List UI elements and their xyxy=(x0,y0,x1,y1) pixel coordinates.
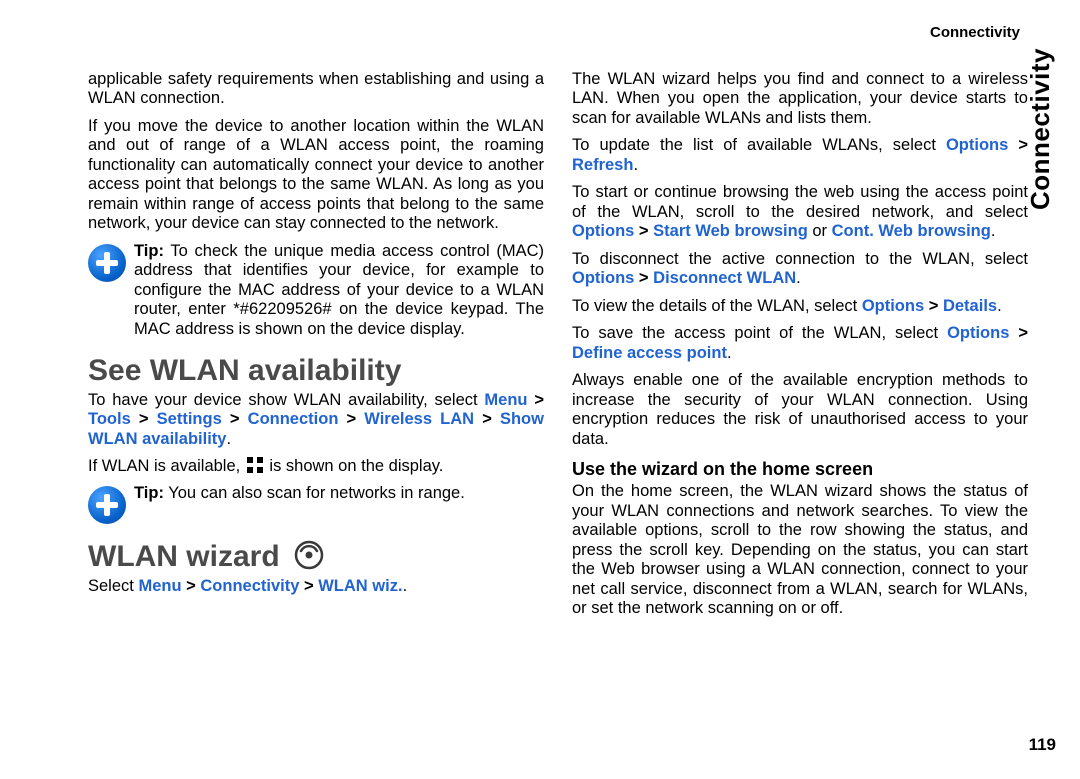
menu-path-item: Refresh xyxy=(572,156,633,174)
menu-path-item: Options xyxy=(862,297,924,315)
tip-text: Tip: To check the unique media access co… xyxy=(134,242,544,339)
period: . xyxy=(403,577,408,595)
menu-path-item: Menu xyxy=(484,391,527,409)
text: To have your device show WLAN availabili… xyxy=(88,391,484,409)
text: To view the details of the WLAN, select xyxy=(572,297,862,315)
wlan-wizard-icon xyxy=(294,540,324,570)
heading-text: WLAN wizard xyxy=(88,540,280,573)
period: . xyxy=(991,222,996,240)
text: To start or continue browsing the web us… xyxy=(572,183,1028,220)
tip-body: You can also scan for networks in range. xyxy=(168,484,465,502)
para: To view the details of the WLAN, select … xyxy=(572,297,1028,316)
nav-sep: > xyxy=(639,269,653,287)
nav-sep: > xyxy=(482,410,500,428)
para: applicable safety requirements when esta… xyxy=(88,70,544,109)
text: is shown on the display. xyxy=(269,457,443,475)
menu-path-item: Menu xyxy=(138,577,181,595)
menu-path-item: Options xyxy=(572,269,634,287)
tip-plus-icon xyxy=(88,486,126,524)
nav-sep: > xyxy=(304,577,318,595)
running-header: Connectivity xyxy=(930,24,1020,42)
menu-path-item: Start Web browsing xyxy=(653,222,808,240)
heading-wlan-wizard: WLAN wizard xyxy=(88,540,544,573)
period: . xyxy=(226,430,231,448)
column-right: The WLAN wizard helps you find and conne… xyxy=(572,70,1028,755)
text: To disconnect the active connection to t… xyxy=(572,250,1028,268)
menu-path-item: Options xyxy=(572,222,634,240)
para: To have your device show WLAN availabili… xyxy=(88,391,544,449)
menu-path-item: Connection xyxy=(248,410,339,428)
manual-page: Connectivity Connectivity 119 applicable… xyxy=(0,0,1080,779)
menu-path-item: Cont. Web browsing xyxy=(832,222,991,240)
nav-sep: > xyxy=(639,222,653,240)
menu-path-item: Connectivity xyxy=(200,577,299,595)
menu-path-item: Settings xyxy=(157,410,222,428)
menu-path-item: Define access point xyxy=(572,344,727,362)
para: If you move the device to another locati… xyxy=(88,117,544,234)
nav-sep: > xyxy=(186,577,200,595)
menu-path-item: Options xyxy=(946,136,1008,154)
tip-text: Tip: You can also scan for networks in r… xyxy=(134,484,544,503)
tip-label: Tip: xyxy=(134,242,164,260)
para: On the home screen, the WLAN wizard show… xyxy=(572,482,1028,618)
menu-path-item: Options xyxy=(947,324,1009,342)
wlan-available-icon xyxy=(247,457,263,473)
menu-path-item: Wireless LAN xyxy=(364,410,474,428)
column-left: applicable safety requirements when esta… xyxy=(88,70,544,755)
para: To disconnect the active connection to t… xyxy=(572,250,1028,289)
nav-sep: > xyxy=(230,410,248,428)
nav-sep: > xyxy=(1018,324,1028,342)
para: To save the access point of the WLAN, se… xyxy=(572,324,1028,363)
text: To save the access point of the WLAN, se… xyxy=(572,324,947,342)
tip-plus-icon xyxy=(88,244,126,282)
menu-path-item: Details xyxy=(943,297,997,315)
menu-path-item: WLAN wiz. xyxy=(318,577,402,595)
para: To update the list of available WLANs, s… xyxy=(572,136,1028,175)
side-tab: Connectivity xyxy=(1025,48,1056,210)
para: Select Menu > Connectivity > WLAN wiz.. xyxy=(88,577,544,596)
menu-path-item: Tools xyxy=(88,410,131,428)
para: If WLAN is available, is shown on the di… xyxy=(88,457,544,476)
para: To start or continue browsing the web us… xyxy=(572,183,1028,241)
period: . xyxy=(633,156,638,174)
tip-body: To check the unique media access control… xyxy=(134,242,544,338)
heading-see-wlan: See WLAN availability xyxy=(88,355,544,387)
menu-path-item: Disconnect WLAN xyxy=(653,269,796,287)
para: Always enable one of the available encry… xyxy=(572,371,1028,449)
body-columns: applicable safety requirements when esta… xyxy=(88,24,1028,755)
period: . xyxy=(997,297,1002,315)
heading-use-wizard: Use the wizard on the home screen xyxy=(572,459,1028,480)
text: or xyxy=(812,222,831,240)
nav-sep: > xyxy=(929,297,943,315)
text: If WLAN is available, xyxy=(88,457,245,475)
text: Select xyxy=(88,577,138,595)
nav-sep: > xyxy=(534,391,544,409)
page-number: 119 xyxy=(1029,735,1056,755)
para: The WLAN wizard helps you find and conne… xyxy=(572,70,1028,128)
nav-sep: > xyxy=(347,410,365,428)
period: . xyxy=(727,344,732,362)
nav-sep: > xyxy=(139,410,157,428)
tip-label: Tip: xyxy=(134,484,164,502)
tip-block: Tip: You can also scan for networks in r… xyxy=(88,484,544,524)
period: . xyxy=(796,269,801,287)
text: To update the list of available WLANs, s… xyxy=(572,136,946,154)
tip-block: Tip: To check the unique media access co… xyxy=(88,242,544,339)
